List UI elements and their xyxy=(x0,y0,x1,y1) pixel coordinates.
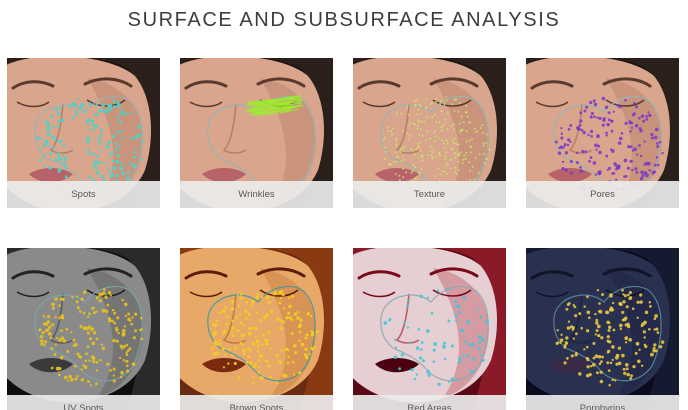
face-image xyxy=(353,248,506,410)
analysis-tile-brown-spots[interactable]: Brown Spots xyxy=(180,248,333,410)
analysis-tile-wrinkles[interactable]: Wrinkles xyxy=(180,58,333,208)
face-image xyxy=(7,248,160,410)
analysis-tile-red-areas[interactable]: Red Areas xyxy=(353,248,506,410)
tile-label: UV Spots xyxy=(7,395,160,410)
tile-label: Red Areas xyxy=(353,395,506,410)
analysis-tile-porphyrins[interactable]: Porphyrins xyxy=(526,248,679,410)
tile-label: Pores xyxy=(526,181,679,208)
analysis-tile-pores[interactable]: Pores xyxy=(526,58,679,208)
tile-label: Brown Spots xyxy=(180,395,333,410)
face-image xyxy=(526,248,679,410)
face-image xyxy=(180,248,333,410)
analysis-tile-uv-spots[interactable]: UV Spots xyxy=(7,248,160,410)
tile-label: Wrinkles xyxy=(180,181,333,208)
analysis-tile-texture[interactable]: Texture xyxy=(353,58,506,208)
analysis-tile-spots[interactable]: Spots xyxy=(7,58,160,208)
tile-label: Texture xyxy=(353,181,506,208)
tile-label: Porphyrins xyxy=(526,395,679,410)
tile-label: Spots xyxy=(7,181,160,208)
page-title: SURFACE AND SUBSURFACE ANALYSIS xyxy=(127,9,561,31)
